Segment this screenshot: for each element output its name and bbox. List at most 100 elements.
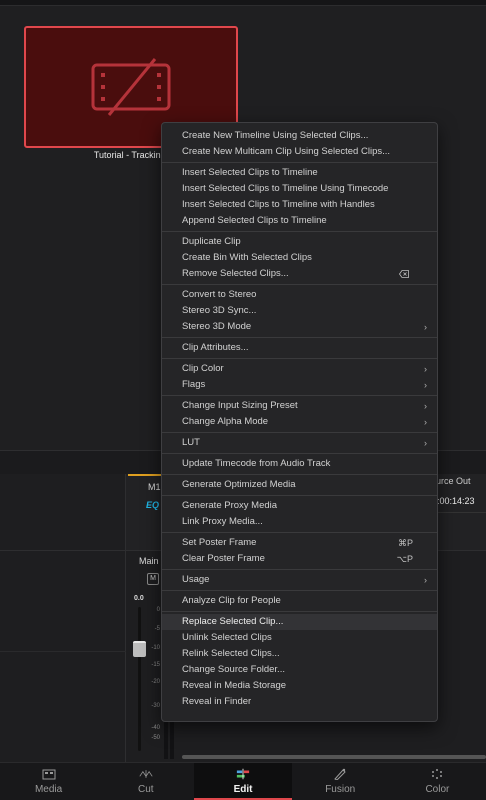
media-page-icon xyxy=(42,768,56,780)
menu-item-label: Duplicate Clip xyxy=(182,236,241,247)
inspector-row-divider xyxy=(436,512,486,513)
menu-item-duplicate-clip[interactable]: Duplicate Clip xyxy=(162,234,437,250)
menu-item-create-new-timeline-using-selected-clips[interactable]: Create New Timeline Using Selected Clips… xyxy=(162,128,437,144)
menu-group: Generate Proxy Media Link Proxy Media... xyxy=(162,496,437,533)
tab-media[interactable]: Media xyxy=(0,763,97,800)
cut-page-icon xyxy=(139,768,153,780)
menu-item-reveal-in-finder[interactable]: Reveal in Finder xyxy=(162,694,437,710)
menu-item-label: Create Bin With Selected Clips xyxy=(182,252,312,263)
menu-item-convert-to-stereo[interactable]: Convert to Stereo xyxy=(162,287,437,303)
menu-item-analyze-clip-for-people[interactable]: Analyze Clip for People xyxy=(162,593,437,609)
menu-item-label: Reveal in Media Storage xyxy=(182,680,287,691)
menu-item-change-source-folder[interactable]: Change Source Folder... xyxy=(162,662,437,678)
menu-item-label: Append Selected Clips to Timeline xyxy=(182,215,327,226)
menu-item-label: Stereo 3D Mode xyxy=(182,321,252,332)
clip-context-menu: Create New Timeline Using Selected Clips… xyxy=(161,122,438,722)
edit-page-icon xyxy=(236,768,250,780)
menu-item-label: Replace Selected Clip... xyxy=(182,616,284,627)
menu-item-label: Insert Selected Clips to Timeline Using … xyxy=(182,183,389,194)
menu-item-remove-selected-clips[interactable]: Remove Selected Clips... xyxy=(162,266,437,282)
menu-group: Usage › xyxy=(162,570,437,591)
fader-handle[interactable] xyxy=(133,641,146,657)
menu-item-relink-selected-clips[interactable]: Relink Selected Clips... xyxy=(162,646,437,662)
menu-item-update-timecode-from-audio-track[interactable]: Update Timecode from Audio Track xyxy=(162,456,437,472)
fader-track[interactable] xyxy=(138,607,141,751)
menu-item-label: Clear Poster Frame xyxy=(182,553,265,564)
menu-group: Replace Selected Clip... Unlink Selected … xyxy=(162,612,437,712)
menu-item-label: Insert Selected Clips to Timeline xyxy=(182,167,318,178)
menu-item-insert-selected-clips-to-timeline-with-handles[interactable]: Insert Selected Clips to Timeline with H… xyxy=(162,197,437,213)
main-channel-label: Main xyxy=(139,556,159,566)
tab-label: Fusion xyxy=(325,784,356,795)
color-page-icon xyxy=(430,768,444,780)
source-out-timecode: :00:14:23 xyxy=(437,496,475,506)
tab-cut[interactable]: Cut xyxy=(97,763,194,800)
tab-m1[interactable]: M1 xyxy=(128,474,164,494)
menu-item-set-poster-frame[interactable]: Set Poster Frame ⌘P xyxy=(162,535,437,551)
tab-color[interactable]: Color xyxy=(389,763,486,800)
mute-button[interactable]: M xyxy=(147,573,159,585)
menu-item-label: Create New Timeline Using Selected Clips… xyxy=(182,130,369,141)
delete-key-icon xyxy=(399,270,409,278)
menu-item-generate-proxy-media[interactable]: Generate Proxy Media xyxy=(162,498,437,514)
menu-item-create-new-multicam-clip-using-selected-clips[interactable]: Create New Multicam Clip Using Selected … xyxy=(162,144,437,160)
menu-item-stereo-3d-mode[interactable]: Stereo 3D Mode › xyxy=(162,319,437,335)
menu-item-label: Update Timecode from Audio Track xyxy=(182,458,331,469)
menu-item-label: Insert Selected Clips to Timeline with H… xyxy=(182,199,375,210)
menu-group: Create New Timeline Using Selected Clips… xyxy=(162,126,437,163)
menu-item-change-input-sizing-preset[interactable]: Change Input Sizing Preset › xyxy=(162,398,437,414)
menu-item-flags[interactable]: Flags › xyxy=(162,377,437,393)
menu-group: Clip Attributes... xyxy=(162,338,437,359)
menu-item-label: Clip Color xyxy=(182,363,224,374)
menu-item-label: Usage xyxy=(182,574,210,585)
shortcut-label: ⌥P xyxy=(396,554,413,564)
menu-item-change-alpha-mode[interactable]: Change Alpha Mode › xyxy=(162,414,437,430)
menu-item-label: Remove Selected Clips... xyxy=(182,268,289,279)
menu-item-clear-poster-frame[interactable]: Clear Poster Frame ⌥P xyxy=(162,551,437,567)
menu-group: Clip Color › Flags › xyxy=(162,359,437,396)
menu-group: Duplicate Clip Create Bin With Selected C… xyxy=(162,232,437,285)
menu-item-insert-selected-clips-to-timeline[interactable]: Insert Selected Clips to Timeline xyxy=(162,165,437,181)
menu-item-reveal-in-media-storage[interactable]: Reveal in Media Storage xyxy=(162,678,437,694)
menu-item-label: Change Input Sizing Preset xyxy=(182,400,298,411)
menu-item-usage[interactable]: Usage › xyxy=(162,572,437,588)
tab-fusion[interactable]: Fusion xyxy=(292,763,389,800)
menu-group: Analyze Clip for People xyxy=(162,591,437,612)
inspector-left-column xyxy=(0,474,126,550)
mixer-left-column xyxy=(0,551,126,763)
menu-item-create-bin-with-selected-clips[interactable]: Create Bin With Selected Clips xyxy=(162,250,437,266)
db-tick: -30 xyxy=(151,703,160,709)
tab-edit[interactable]: Edit xyxy=(194,763,292,800)
menu-item-unlink-selected-clips[interactable]: Unlink Selected Clips xyxy=(162,630,437,646)
db-tick: -15 xyxy=(151,662,160,668)
db-tick: -50 xyxy=(151,735,160,741)
row-divider xyxy=(0,651,126,652)
menu-group: Generate Optimized Media xyxy=(162,475,437,496)
eq-label[interactable]: EQ xyxy=(146,500,159,510)
chevron-right-icon: › xyxy=(424,364,427,374)
db-tick: -40 xyxy=(151,725,160,731)
menu-item-label: Generate Proxy Media xyxy=(182,500,278,511)
menu-item-lut[interactable]: LUT › xyxy=(162,435,437,451)
db-tick: 0 xyxy=(156,607,160,613)
menu-item-label: Stereo 3D Sync... xyxy=(182,305,257,316)
tab-label: Media xyxy=(34,784,63,795)
menu-item-replace-selected-clip[interactable]: Replace Selected Clip... xyxy=(162,614,437,630)
tab-label: Edit xyxy=(233,784,253,795)
source-out-header: urce Out xyxy=(436,476,471,486)
menu-item-clip-color[interactable]: Clip Color › xyxy=(162,361,437,377)
menu-item-append-selected-clips-to-timeline[interactable]: Append Selected Clips to Timeline xyxy=(162,213,437,229)
menu-item-clip-attributes[interactable]: Clip Attributes... xyxy=(162,340,437,356)
chevron-right-icon: › xyxy=(424,322,427,332)
menu-item-label: Unlink Selected Clips xyxy=(182,632,272,643)
mixer-scrollbar[interactable] xyxy=(182,755,486,759)
menu-item-stereo-3d-sync[interactable]: Stereo 3D Sync... xyxy=(162,303,437,319)
menu-item-label: Set Poster Frame xyxy=(182,537,257,548)
shortcut-label: ⌘P xyxy=(397,538,413,548)
menu-group: Insert Selected Clips to Timeline Insert … xyxy=(162,163,437,232)
menu-item-insert-selected-clips-to-timeline-using-timecode[interactable]: Insert Selected Clips to Timeline Using … xyxy=(162,181,437,197)
chevron-right-icon: › xyxy=(424,575,427,585)
menu-item-link-proxy-media[interactable]: Link Proxy Media... xyxy=(162,514,437,530)
menu-item-generate-optimized-media[interactable]: Generate Optimized Media xyxy=(162,477,437,493)
menu-item-label: Create New Multicam Clip Using Selected … xyxy=(182,146,391,157)
